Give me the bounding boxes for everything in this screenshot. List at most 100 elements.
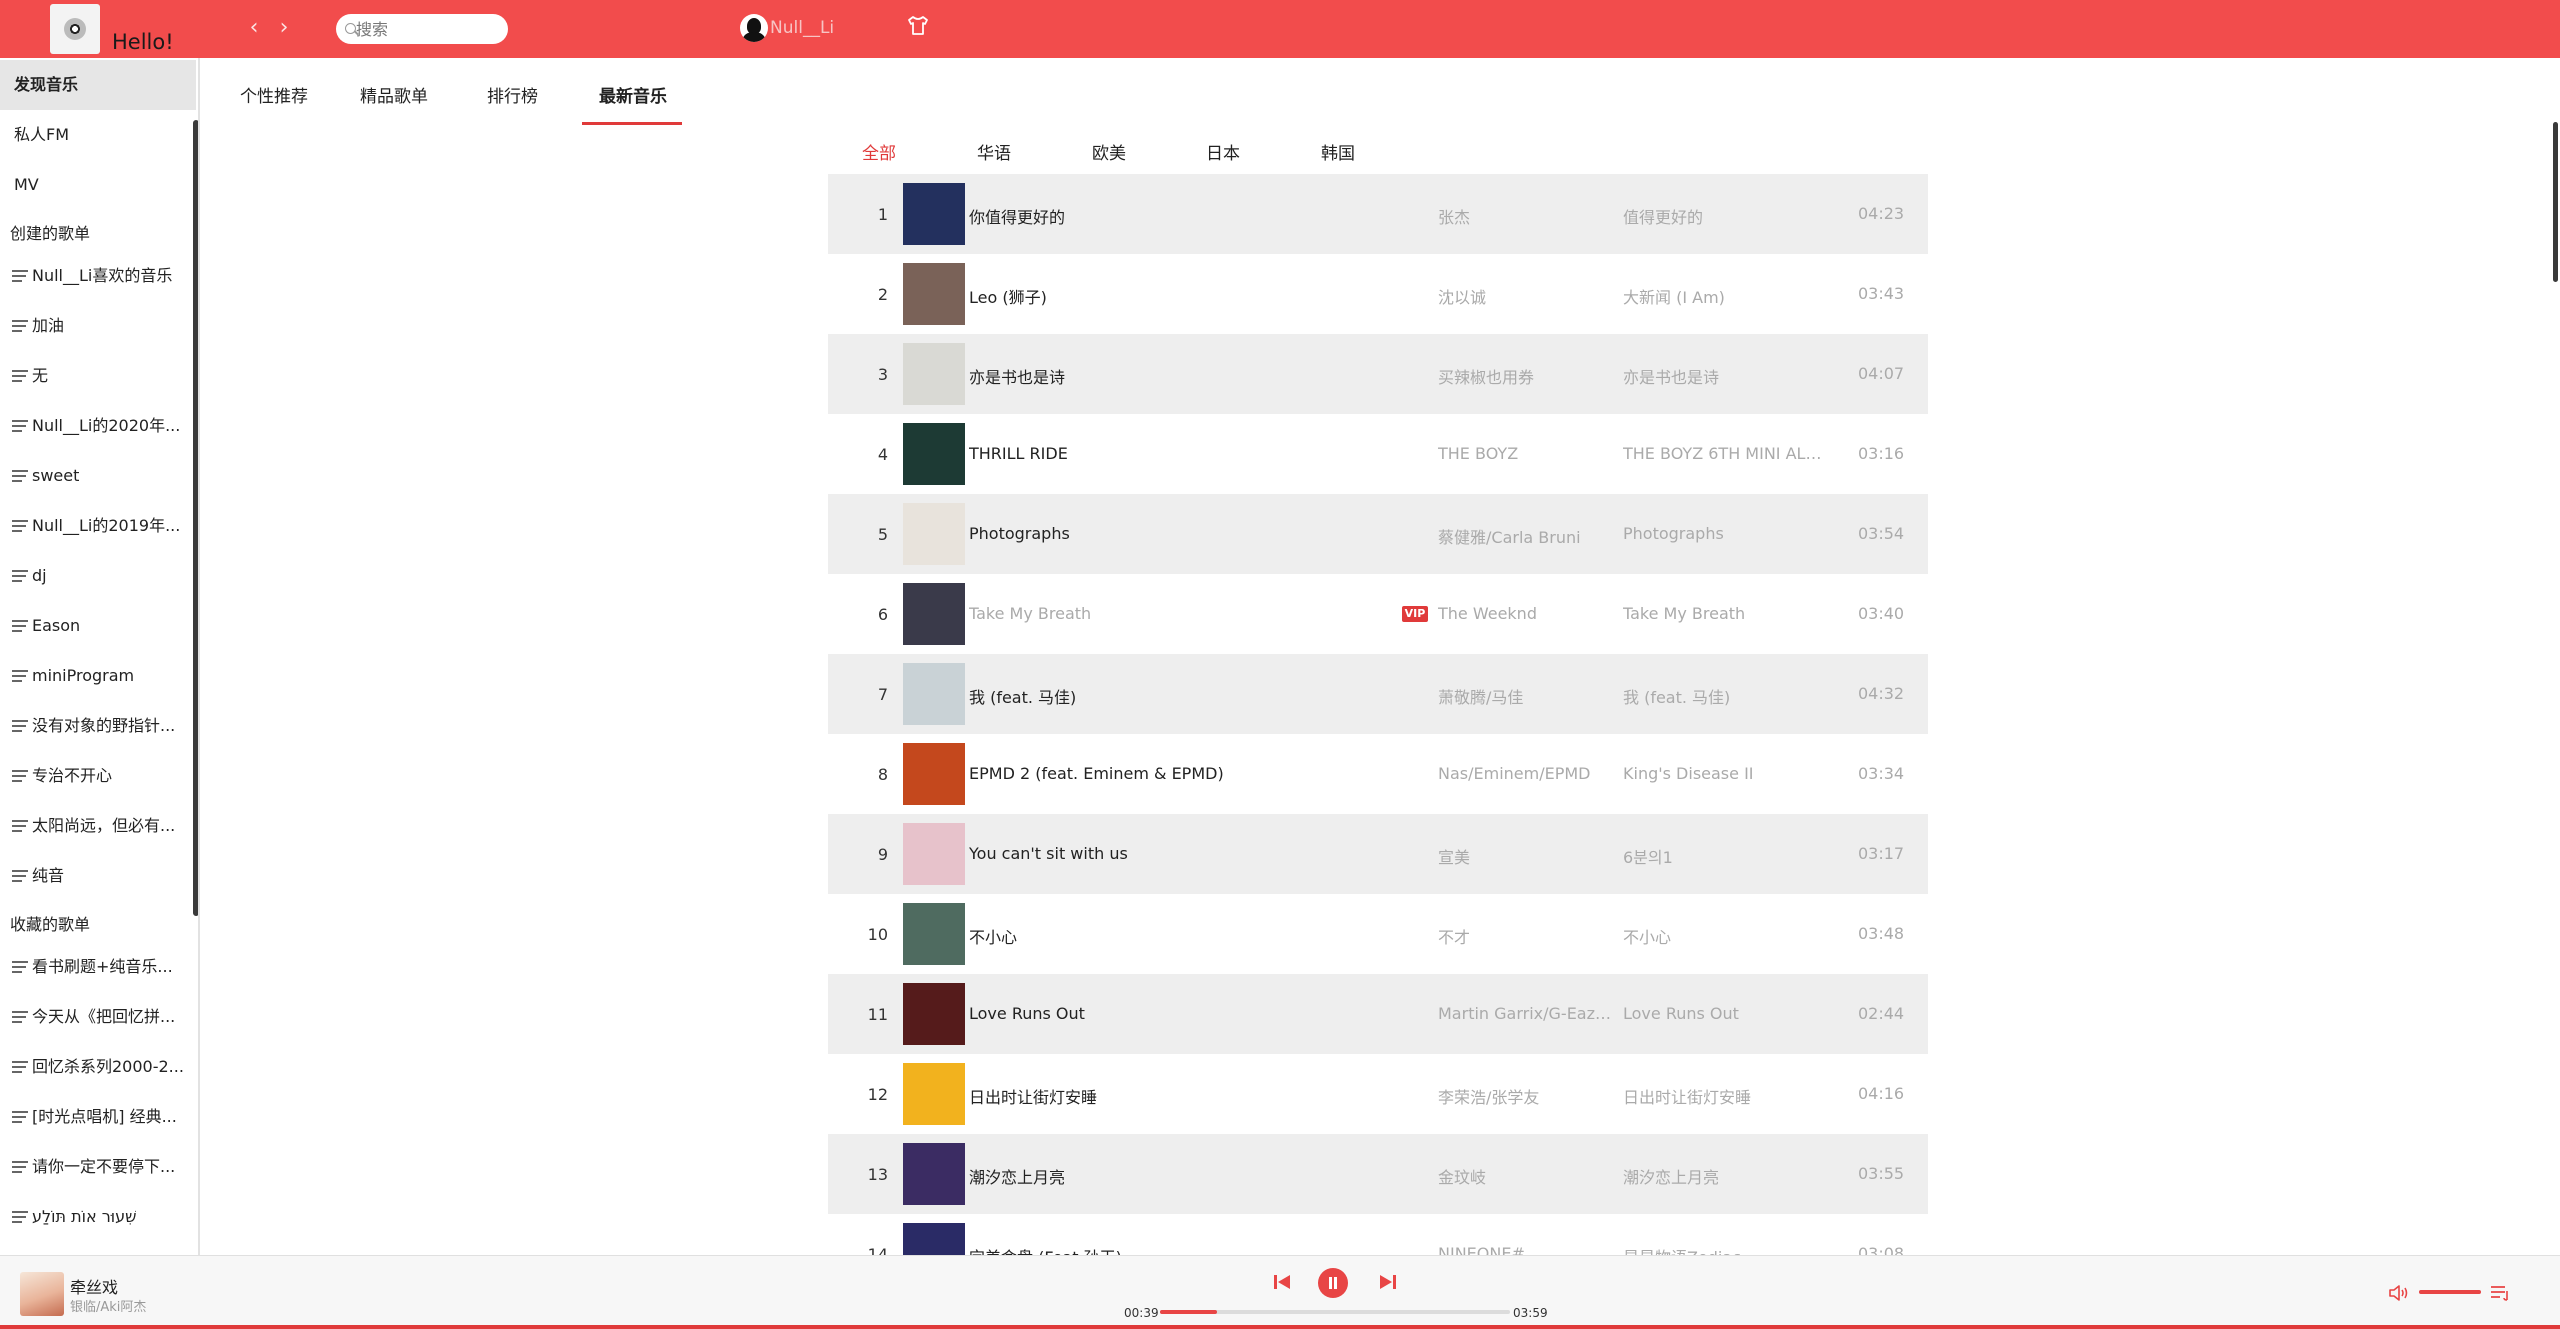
filter-chinese[interactable]: 华语 [977, 139, 1011, 164]
playlist-icon [12, 420, 28, 432]
song-row[interactable]: 14 完美命盘 (Feat.孙玉) NINEONE# 星星物语Zodiac 03:08 [828, 1214, 1928, 1255]
album-cover[interactable] [903, 903, 965, 965]
search-input[interactable] [356, 14, 501, 44]
song-title: 日出时让街灯安睡 [969, 1088, 1098, 1107]
playlist-icon [12, 520, 28, 532]
sidebar-item-fm[interactable]: 私人FM [0, 110, 196, 160]
song-artist: 金玟岐 [1438, 1168, 1487, 1187]
playlist-item[interactable]: dj [0, 551, 190, 601]
song-artist: 宣美 [1438, 848, 1471, 867]
tab-playlists[interactable]: 精品歌单 [360, 82, 428, 107]
playlist-item[interactable]: Null__Li喜欢的音乐 [0, 251, 190, 301]
playlist-item[interactable]: 今天从《把回忆拼... [0, 992, 190, 1042]
song-row[interactable]: 5 Photographs 蔡健雅/Carla Bruni Photographs 03… [828, 494, 1928, 574]
song-album: Love Runs Out [1623, 1004, 1739, 1023]
back-arrow-icon[interactable]: ‹ [243, 16, 265, 40]
album-cover[interactable] [903, 183, 965, 245]
album-cover[interactable] [903, 743, 965, 805]
song-artist: The Weeknd [1438, 604, 1537, 623]
album-cover[interactable] [903, 583, 965, 645]
song-row[interactable]: 3 亦是书也是诗 买辣椒也用券 亦是书也是诗 04:07 [828, 334, 1928, 414]
song-row[interactable]: 4 THRILL RIDE THE BOYZ THE BOYZ 6TH MINI AL… [828, 414, 1928, 494]
tab-new-music[interactable]: 最新音乐 [599, 82, 667, 107]
playlist-item[interactable]: שִׁעוּר אוֹת תּוֹלַע [0, 1192, 190, 1242]
song-title: 潮汐恋上月亮 [969, 1168, 1066, 1187]
playlist-label: 看书刷题+纯音乐... [32, 957, 173, 976]
album-cover[interactable] [903, 1223, 965, 1255]
album-cover[interactable] [903, 263, 965, 325]
playlist-item[interactable]: Null__Li的2020年... [0, 401, 190, 451]
playlist-item[interactable]: 没有对象的野指针... [0, 701, 190, 751]
previous-icon[interactable] [1271, 1271, 1293, 1293]
song-album: 星星物语Zodiac [1623, 1244, 1823, 1255]
playlist-item[interactable]: [时光点唱机] 经典... [0, 1092, 190, 1142]
sidebar-scrollbar[interactable] [193, 120, 198, 916]
playlist-queue-icon[interactable] [2489, 1282, 2511, 1304]
song-row[interactable]: 8 EPMD 2 (feat. Eminem & EPMD) Nas/Eminem/… [828, 734, 1928, 814]
song-artist: THE BOYZ [1438, 444, 1519, 463]
playlist-label: [时光点唱机] 经典... [32, 1107, 177, 1126]
playlist-item[interactable]: 专治不开心 [0, 751, 190, 801]
album-cover[interactable] [903, 343, 965, 405]
playlist-item[interactable]: Null__Li的2019年... [0, 501, 190, 551]
album-cover[interactable] [903, 983, 965, 1045]
song-row[interactable]: 9 You can't sit with us 宣美 6분의1 03:17 [828, 814, 1928, 894]
filter-western[interactable]: 欧美 [1092, 139, 1126, 164]
main-scrollbar[interactable] [2553, 122, 2558, 282]
playlist-item[interactable]: 加油 [0, 301, 190, 351]
active-tab-indicator [582, 122, 682, 125]
tab-recommend[interactable]: 个性推荐 [240, 82, 308, 107]
song-album: 日出时让街灯安睡 [1623, 1088, 1752, 1107]
playlist-item[interactable]: miniProgram [0, 651, 190, 701]
filter-korea[interactable]: 韩国 [1321, 139, 1355, 164]
song-row[interactable]: 13 潮汐恋上月亮 金玟岐 潮汐恋上月亮 03:55 [828, 1134, 1928, 1214]
song-title: You can't sit with us [969, 844, 1128, 863]
song-artist: 蔡健雅/Carla Bruni [1438, 528, 1581, 547]
sidebar-item-discover[interactable]: 发现音乐 [0, 60, 196, 110]
search-icon [345, 23, 356, 34]
album-cover[interactable] [903, 663, 965, 725]
song-album: King's Disease II [1623, 764, 1754, 783]
forward-arrow-icon[interactable]: › [273, 16, 295, 40]
song-duration: 03:40 [1858, 604, 1905, 623]
tshirt-skin-icon[interactable] [906, 14, 930, 36]
playlist-item[interactable]: Eason [0, 601, 190, 651]
playlist-item[interactable]: 看书刷题+纯音乐... [0, 942, 190, 992]
album-cover[interactable] [903, 503, 965, 565]
song-row[interactable]: 6 Take My Breath VIP The Weeknd Take My Brea… [828, 574, 1928, 654]
song-row[interactable]: 2 Leo (狮子) 沈以诚 大新闻 (I Am) 03:43 [828, 254, 1928, 334]
song-title: THRILL RIDE [969, 444, 1068, 463]
song-row[interactable]: 7 我 (feat. 马佳) 萧敬腾/马佳 我 (feat. 马佳) 04:32 [828, 654, 1928, 734]
volume-slider[interactable] [2419, 1290, 2481, 1294]
playlist-item[interactable]: 回忆杀系列2000-2... [0, 1042, 190, 1092]
album-cover[interactable] [903, 1063, 965, 1125]
username[interactable]: Null__Li [770, 18, 834, 38]
album-cover[interactable] [903, 823, 965, 885]
song-index: 10 [867, 925, 888, 944]
filter-all[interactable]: 全部 [862, 139, 896, 164]
album-cover[interactable] [903, 1143, 965, 1205]
progress-bar[interactable] [1160, 1310, 1510, 1314]
song-row[interactable]: 1 你值得更好的 张杰 值得更好的 04:23 [828, 174, 1928, 254]
song-row[interactable]: 10 不小心 不才 不小心 03:48 [828, 894, 1928, 974]
song-row[interactable]: 12 日出时让街灯安睡 李荣浩/张学友 日出时让街灯安睡 04:16 [828, 1054, 1928, 1134]
playlist-item[interactable]: sweet [0, 451, 190, 501]
filter-japan[interactable]: 日本 [1206, 139, 1240, 164]
playlist-item[interactable]: 无 [0, 351, 190, 401]
next-icon[interactable] [1377, 1271, 1399, 1293]
volume-icon[interactable] [2387, 1282, 2411, 1304]
app-logo[interactable] [50, 4, 100, 54]
playlist-item[interactable]: 纯音 [0, 851, 190, 901]
playlist-item[interactable]: 请你一定不要停下... [0, 1142, 190, 1192]
song-title: 你值得更好的 [969, 208, 1066, 227]
tab-charts[interactable]: 排行榜 [487, 82, 538, 107]
sidebar-item-mv[interactable]: MV [0, 160, 196, 210]
album-cover[interactable] [903, 423, 965, 485]
user-avatar[interactable] [740, 14, 768, 42]
song-row[interactable]: 11 Love Runs Out Martin Garrix/G-Eazy/S...… [828, 974, 1928, 1054]
now-playing-cover[interactable] [20, 1272, 64, 1316]
song-artist: 张杰 [1438, 208, 1471, 227]
pause-button[interactable] [1318, 1268, 1348, 1298]
playlist-label: 专治不开心 [32, 766, 113, 785]
playlist-item[interactable]: 太阳尚远，但必有... [0, 801, 190, 851]
